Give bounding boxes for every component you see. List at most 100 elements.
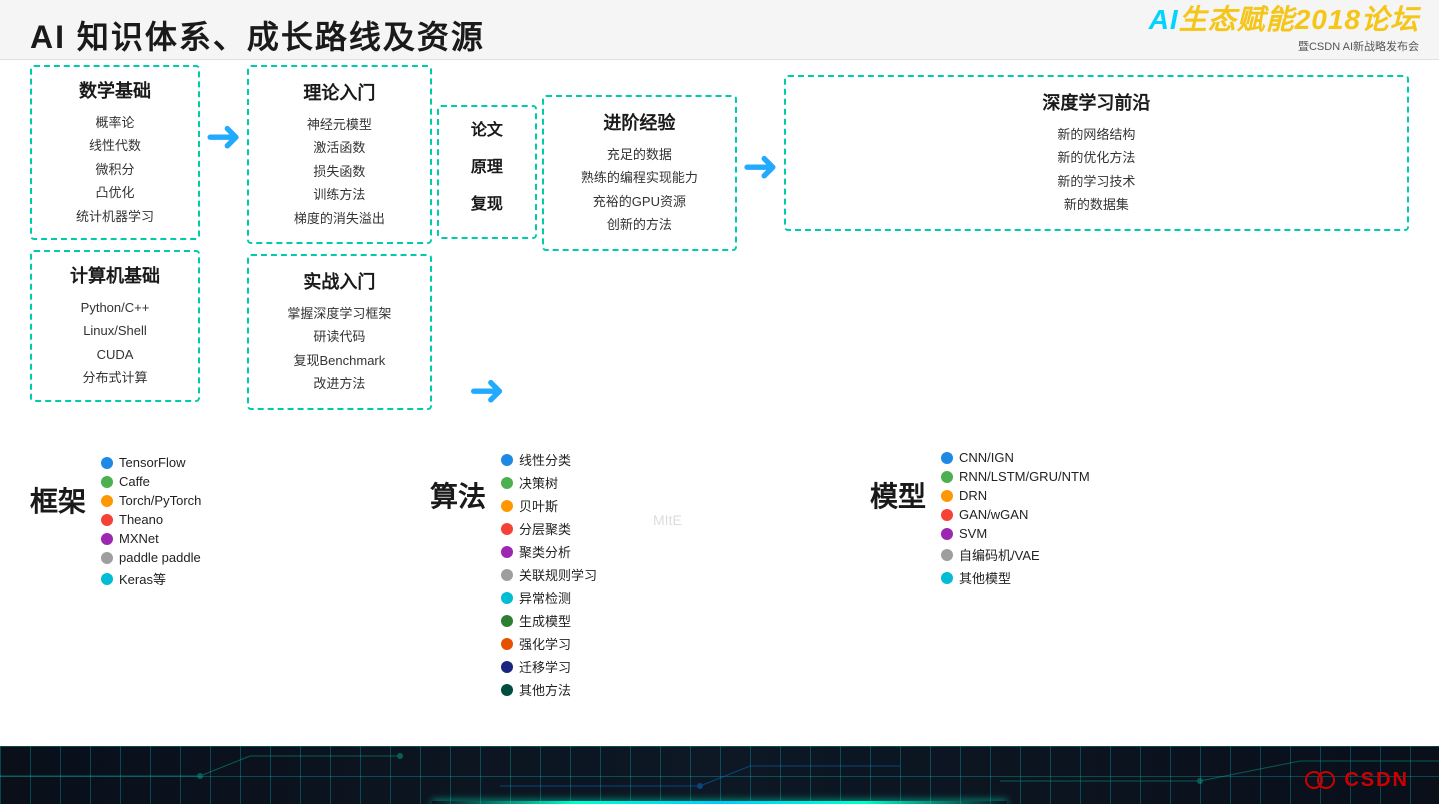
deep-item-4: 新的数据集	[802, 193, 1391, 216]
fw-name-1: Caffe	[119, 474, 150, 489]
algo-name-1: 决策树	[519, 473, 558, 492]
algo-item-9: 迁移学习	[501, 657, 597, 676]
algo-item-3: 分层聚类	[501, 519, 597, 538]
algo-dot-6	[501, 592, 513, 604]
fw-dot-3	[101, 514, 113, 526]
algo-dot-8	[501, 638, 513, 650]
model-dot-1	[941, 471, 953, 483]
practical-item-2: 研读代码	[265, 325, 414, 348]
theory-item-4: 训练方法	[265, 183, 414, 206]
theory-title: 理论入门	[265, 79, 414, 105]
circuit-bar: CSDN	[0, 746, 1439, 804]
fw-item-3: Theano	[101, 512, 201, 527]
model-dot-4	[941, 528, 953, 540]
paper-line2: 原理	[471, 154, 503, 183]
model-item-5: 自编码机/VAE	[941, 545, 1090, 564]
models-list: CNN/IGN RNN/LSTM/GRU/NTM DRN GAN/wGAN SV…	[941, 445, 1090, 587]
model-name-3: GAN/wGAN	[959, 507, 1028, 522]
fw-dot-5	[101, 552, 113, 564]
models-label: 模型	[870, 445, 926, 515]
box-comp-foundation: 计算机基础 Python/C++ Linux/Shell CUDA 分布式计算	[30, 250, 200, 402]
deep-item-3: 新的学习技术	[802, 170, 1391, 193]
fw-name-2: Torch/PyTorch	[119, 493, 201, 508]
algo-item-1: 决策树	[501, 473, 597, 492]
model-name-4: SVM	[959, 526, 987, 541]
model-item-0: CNN/IGN	[941, 450, 1090, 465]
flow-diagram: 数学基础 概率论 线性代数 微积分 凸优化 统计机器学习 计算机基础 Pytho…	[30, 65, 1409, 413]
frameworks-list: TensorFlow Caffe Torch/PyTorch Theano MX…	[101, 450, 201, 588]
advanced-item-1: 充足的数据	[560, 143, 719, 166]
algo-item-7: 生成模型	[501, 611, 597, 630]
col-advanced: 进阶经验 充足的数据 熟练的编程实现能力 充裕的GPU资源 创新的方法	[542, 65, 737, 251]
math-item-1: 概率论	[46, 111, 184, 134]
theory-item-3: 损失函数	[265, 160, 414, 183]
fw-dot-4	[101, 533, 113, 545]
fw-dot-6	[101, 573, 113, 585]
practical-item-1: 掌握深度学习框架	[265, 302, 414, 325]
model-dot-0	[941, 452, 953, 464]
arrow-1: ➜	[205, 65, 242, 159]
algo-dot-3	[501, 523, 513, 535]
comp-item-4: 分布式计算	[46, 366, 184, 389]
algo-name-7: 生成模型	[519, 611, 571, 630]
advanced-item-2: 熟练的编程实现能力	[560, 166, 719, 189]
box-paper: 论文 原理 复现	[437, 105, 537, 239]
algo-name-6: 异常检测	[519, 588, 571, 607]
comp-item-1: Python/C++	[46, 296, 184, 319]
model-item-6: 其他模型	[941, 568, 1090, 587]
fw-dot-0	[101, 457, 113, 469]
box-math-foundation: 数学基础 概率论 线性代数 微积分 凸优化 统计机器学习	[30, 65, 200, 240]
algo-dot-7	[501, 615, 513, 627]
algo-name-4: 聚类分析	[519, 542, 571, 561]
fw-item-4: MXNet	[101, 531, 201, 546]
algo-item-5: 关联规则学习	[501, 565, 597, 584]
algo-item-8: 强化学习	[501, 634, 597, 653]
fw-name-3: Theano	[119, 512, 163, 527]
model-name-5: 自编码机/VAE	[959, 545, 1040, 564]
algo-dot-1	[501, 477, 513, 489]
math-item-4: 凸优化	[46, 181, 184, 204]
fw-item-6: Keras等	[101, 569, 201, 588]
arrow-icon-1: ➜	[205, 115, 242, 159]
csdn-text: CSDN	[1344, 769, 1409, 792]
models-section: 模型 CNN/IGN RNN/LSTM/GRU/NTM DRN GAN/wGAN…	[870, 445, 1090, 587]
algo-item-10: 其他方法	[501, 680, 597, 699]
fw-item-1: Caffe	[101, 474, 201, 489]
theory-item-2: 激活函数	[265, 136, 414, 159]
box-theory: 理论入门 神经元模型 激活函数 损失函数 训练方法 梯度的消失溢出	[247, 65, 432, 244]
fw-dot-1	[101, 476, 113, 488]
page-title: AI 知识体系、成长路线及资源	[30, 12, 485, 58]
arrow-3: ➜	[742, 65, 779, 189]
comp-item-2: Linux/Shell	[46, 319, 184, 342]
algo-name-3: 分层聚类	[519, 519, 571, 538]
algo-item-4: 聚类分析	[501, 542, 597, 561]
model-dot-6	[941, 572, 953, 584]
deep-item-1: 新的网络结构	[802, 123, 1391, 146]
fw-dot-2	[101, 495, 113, 507]
algo-dot-2	[501, 500, 513, 512]
model-name-2: DRN	[959, 488, 987, 503]
algorithms-label: 算法	[430, 445, 486, 515]
col-entry: 理论入门 神经元模型 激活函数 损失函数 训练方法 梯度的消失溢出 实战入门 掌…	[247, 65, 432, 410]
model-item-2: DRN	[941, 488, 1090, 503]
logo-ai-prefix: AI	[1149, 4, 1179, 35]
logo-main: 生态赋能2018论坛	[1179, 4, 1419, 35]
practical-item-3: 复现Benchmark	[265, 349, 414, 372]
logo-subtitle: 暨CSDN AI新战略发布会	[1298, 38, 1419, 54]
paper-section: 论文 原理 复现 ➜	[437, 65, 537, 413]
algo-item-2: 贝叶斯	[501, 496, 597, 515]
fw-item-2: Torch/PyTorch	[101, 493, 201, 508]
math-title: 数学基础	[46, 77, 184, 103]
algo-dot-5	[501, 569, 513, 581]
advanced-item-4: 创新的方法	[560, 213, 719, 236]
comp-title: 计算机基础	[46, 262, 184, 288]
arrow-icon-3: ➜	[742, 145, 779, 189]
model-item-3: GAN/wGAN	[941, 507, 1090, 522]
circuit-svg	[0, 746, 1439, 804]
model-dot-2	[941, 490, 953, 502]
mite-watermark: MItE	[653, 512, 682, 528]
algo-dot-9	[501, 661, 513, 673]
logo-area: AI生态赋能2018论坛 暨CSDN AI新战略发布会	[1149, 5, 1419, 54]
model-dot-3	[941, 509, 953, 521]
model-item-4: SVM	[941, 526, 1090, 541]
